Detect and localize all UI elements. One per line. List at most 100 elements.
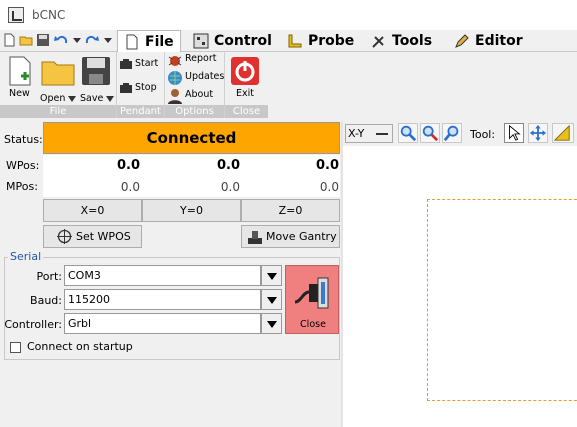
- status-label: Status:: [4, 133, 43, 146]
- set-wpos-label: Set WPOS: [76, 230, 131, 243]
- wpos-x: 0.0: [116, 158, 140, 173]
- ribbon: New Open Save File Start Stop Pendant Re…: [0, 52, 268, 118]
- pan-move-icon: [529, 124, 547, 142]
- zoom-out-icon: [422, 125, 439, 142]
- select-tool-button[interactable]: [504, 123, 524, 143]
- mpos-z: 0.0: [319, 180, 339, 194]
- new-document-icon[interactable]: [2, 33, 16, 47]
- gantry-icon: [248, 231, 262, 244]
- pendant-start-icon[interactable]: [119, 58, 133, 70]
- view-selector[interactable]: X-Y: [345, 124, 393, 143]
- tool-label: Tool:: [470, 128, 496, 141]
- mpos-x: 0.0: [120, 180, 140, 194]
- port-label: Port:: [36, 270, 62, 283]
- open-folder-large-icon[interactable]: [41, 56, 75, 86]
- controller-input[interactable]: Grbl: [64, 313, 261, 334]
- report-button[interactable]: Report: [185, 53, 217, 64]
- pencil-icon: [455, 34, 469, 48]
- work-area-boundary: [427, 199, 577, 401]
- baud-dropdown-button[interactable]: [261, 289, 282, 310]
- tab-control[interactable]: Control: [193, 30, 272, 52]
- wpos-y: 0.0: [216, 158, 240, 173]
- crosshair-icon: [57, 229, 72, 244]
- view-selector-value: X-Y: [348, 127, 365, 140]
- zero-y-button[interactable]: Y=0: [142, 199, 241, 222]
- open-folder-icon[interactable]: [19, 33, 33, 47]
- tab-control-label: Control: [214, 33, 272, 49]
- zero-z-button[interactable]: Z=0: [241, 199, 340, 222]
- baud-label: Baud:: [30, 294, 62, 307]
- tab-probe-label: Probe: [308, 33, 355, 49]
- zero-x-button[interactable]: X=0: [43, 199, 142, 222]
- controller-dropdown-button[interactable]: [261, 313, 282, 334]
- updates-button[interactable]: Updates: [185, 71, 224, 82]
- about-person-icon[interactable]: [167, 88, 183, 104]
- open-dropdown-icon[interactable]: [68, 96, 76, 102]
- start-button[interactable]: Start: [135, 58, 158, 69]
- exit-button[interactable]: Exit: [236, 88, 254, 99]
- ruler-tool-button[interactable]: [552, 123, 574, 143]
- tab-row: File Control Probe Tools Editor: [0, 30, 577, 53]
- ruler-triangle-icon: [553, 124, 570, 141]
- pendant-group-label: Pendant: [117, 105, 164, 118]
- about-button[interactable]: About: [185, 89, 213, 100]
- stop-button[interactable]: Stop: [135, 82, 157, 93]
- app-icon: [8, 7, 24, 23]
- serial-close-label: Close: [300, 319, 326, 330]
- save-large-icon[interactable]: [81, 56, 111, 86]
- status-connected: Connected: [43, 122, 340, 154]
- undo-icon[interactable]: [54, 33, 68, 47]
- mpos-y: 0.0: [220, 180, 240, 194]
- connect-on-startup-label: Connect on startup: [27, 340, 133, 353]
- baud-input[interactable]: 115200: [64, 289, 261, 310]
- save-button[interactable]: Save: [80, 93, 103, 104]
- tab-probe[interactable]: Probe: [287, 30, 354, 52]
- file-group-label: File: [0, 105, 116, 118]
- move-gantry-button[interactable]: Move Gantry: [241, 225, 340, 248]
- connect-on-startup-checkbox[interactable]: [10, 342, 21, 353]
- save-dropdown-icon[interactable]: [106, 96, 114, 102]
- close-group-label: Close: [225, 105, 268, 118]
- pan-tool-button[interactable]: [528, 123, 548, 143]
- new-button[interactable]: New: [9, 88, 30, 99]
- report-bug-icon[interactable]: [167, 53, 183, 67]
- port-input[interactable]: COM3: [64, 265, 261, 286]
- port-dropdown-button[interactable]: [261, 265, 282, 286]
- ribbon-group-pendant: Start Stop Pendant: [117, 52, 165, 118]
- serial-close-button[interactable]: Close: [285, 265, 339, 334]
- title-bar: bCNC: [0, 0, 577, 30]
- tab-editor-label: Editor: [475, 33, 523, 49]
- exit-power-icon[interactable]: [230, 56, 260, 86]
- ribbon-group-close: Exit Close: [225, 52, 268, 118]
- zoom-fit-button[interactable]: [442, 123, 462, 143]
- new-file-icon[interactable]: [7, 56, 33, 86]
- pendant-stop-icon[interactable]: [119, 82, 133, 94]
- zoom-fit-icon: [443, 125, 459, 142]
- redo-dropdown-icon[interactable]: [101, 33, 115, 47]
- open-button[interactable]: Open: [40, 93, 65, 104]
- undo-dropdown-icon[interactable]: [70, 33, 84, 47]
- controller-label: Controller:: [4, 318, 62, 331]
- ribbon-group-file: New Open Save File: [0, 52, 117, 118]
- probe-ruler-icon: [288, 34, 302, 48]
- set-wpos-button[interactable]: Set WPOS: [43, 225, 142, 248]
- tab-tools[interactable]: Tools: [371, 30, 432, 52]
- tab-file[interactable]: File: [117, 30, 181, 53]
- cursor-arrow-icon: [509, 124, 521, 141]
- zoom-in-button[interactable]: [398, 123, 418, 143]
- zoom-in-icon: [400, 125, 417, 142]
- redo-icon[interactable]: [85, 33, 99, 47]
- tab-tools-label: Tools: [392, 33, 433, 49]
- zoom-out-button[interactable]: [420, 123, 440, 143]
- mpos-label: MPos:: [6, 180, 38, 193]
- serial-title: Serial: [8, 250, 44, 263]
- tab-editor[interactable]: Editor: [454, 30, 523, 52]
- move-gantry-label: Move Gantry: [266, 230, 337, 243]
- updates-globe-icon[interactable]: [167, 70, 183, 86]
- wpos-z: 0.0: [315, 158, 339, 173]
- wpos-label: WPos:: [6, 159, 40, 172]
- ribbon-group-options: Report Updates About Options: [165, 52, 225, 118]
- options-group-label: Options: [165, 105, 224, 118]
- window-title: bCNC: [32, 8, 66, 22]
- save-disk-icon[interactable]: [36, 33, 50, 47]
